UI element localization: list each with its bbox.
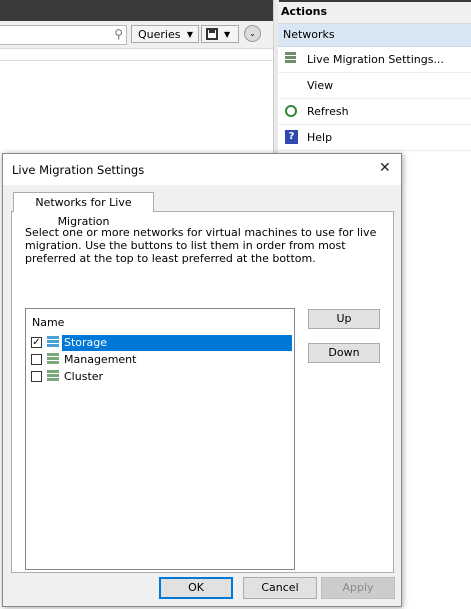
action-label: Help xyxy=(307,131,333,144)
network-icon xyxy=(47,370,60,383)
chevron-down-icon: ▼ xyxy=(224,29,231,39)
dialog-title: Live Migration Settings xyxy=(12,163,145,177)
list-item-storage[interactable]: ✓ Storage xyxy=(26,335,294,351)
network-list[interactable]: Name ✓ Storage Management Cluster xyxy=(25,308,295,570)
list-item-management[interactable]: Management xyxy=(26,352,294,368)
down-button[interactable]: Down xyxy=(308,343,380,363)
checkbox-storage[interactable]: ✓ xyxy=(31,337,42,348)
network-icon xyxy=(47,353,60,366)
action-refresh[interactable]: Refresh xyxy=(278,99,471,125)
chevron-down-icon: ▼ xyxy=(186,29,193,39)
tab-networks-for-live-migration[interactable]: Networks for Live Migration xyxy=(13,192,154,228)
actions-header: Actions xyxy=(278,2,471,24)
save-query-button[interactable]: ▼ xyxy=(201,25,239,43)
instructions-text: Select one or more networks for virtual … xyxy=(25,226,377,265)
action-view[interactable]: View xyxy=(278,73,471,99)
action-help[interactable]: ? Help xyxy=(278,125,471,151)
close-icon[interactable]: ✕ xyxy=(379,160,391,176)
network-name: Cluster xyxy=(64,370,104,383)
tab-panel: Select one or more networks for virtual … xyxy=(11,211,394,573)
collapse-button[interactable]: ⌄ xyxy=(244,25,261,42)
checkbox-management[interactable] xyxy=(31,354,42,365)
action-label: Refresh xyxy=(307,105,349,118)
dialog-title-bar[interactable]: Live Migration Settings ✕ xyxy=(3,154,401,185)
query-search-input[interactable]: ⚲ xyxy=(0,25,127,45)
action-label: Live Migration Settings... xyxy=(307,53,444,66)
cancel-button[interactable]: Cancel xyxy=(243,577,317,599)
network-icon xyxy=(47,336,60,349)
actions-pane: Actions Networks Live Migration Settings… xyxy=(278,2,471,155)
queries-label: Queries xyxy=(138,27,181,41)
results-pane-divider xyxy=(0,60,273,61)
action-live-migration-settings[interactable]: Live Migration Settings... xyxy=(278,47,471,73)
up-button[interactable]: Up xyxy=(308,309,380,329)
search-icon[interactable]: ⚲ xyxy=(114,27,123,41)
refresh-icon xyxy=(285,105,297,117)
console-title-bar xyxy=(0,0,273,21)
list-column-header-name[interactable]: Name xyxy=(32,316,64,329)
network-settings-icon xyxy=(285,52,298,66)
network-name: Storage xyxy=(62,335,292,351)
actions-section-networks[interactable]: Networks xyxy=(278,24,471,47)
live-migration-settings-dialog: Live Migration Settings ✕ Networks for L… xyxy=(2,153,402,607)
help-icon: ? xyxy=(285,130,298,144)
list-item-cluster[interactable]: Cluster xyxy=(26,369,294,385)
save-icon xyxy=(206,28,218,40)
action-label: View xyxy=(307,79,334,92)
ok-button[interactable]: OK xyxy=(159,577,233,599)
apply-button[interactable]: Apply xyxy=(321,577,395,599)
network-name: Management xyxy=(64,353,137,366)
chevron-down-icon: ⌄ xyxy=(249,29,256,38)
queries-button[interactable]: Queries ▼ xyxy=(131,25,199,43)
checkbox-cluster[interactable] xyxy=(31,371,42,382)
